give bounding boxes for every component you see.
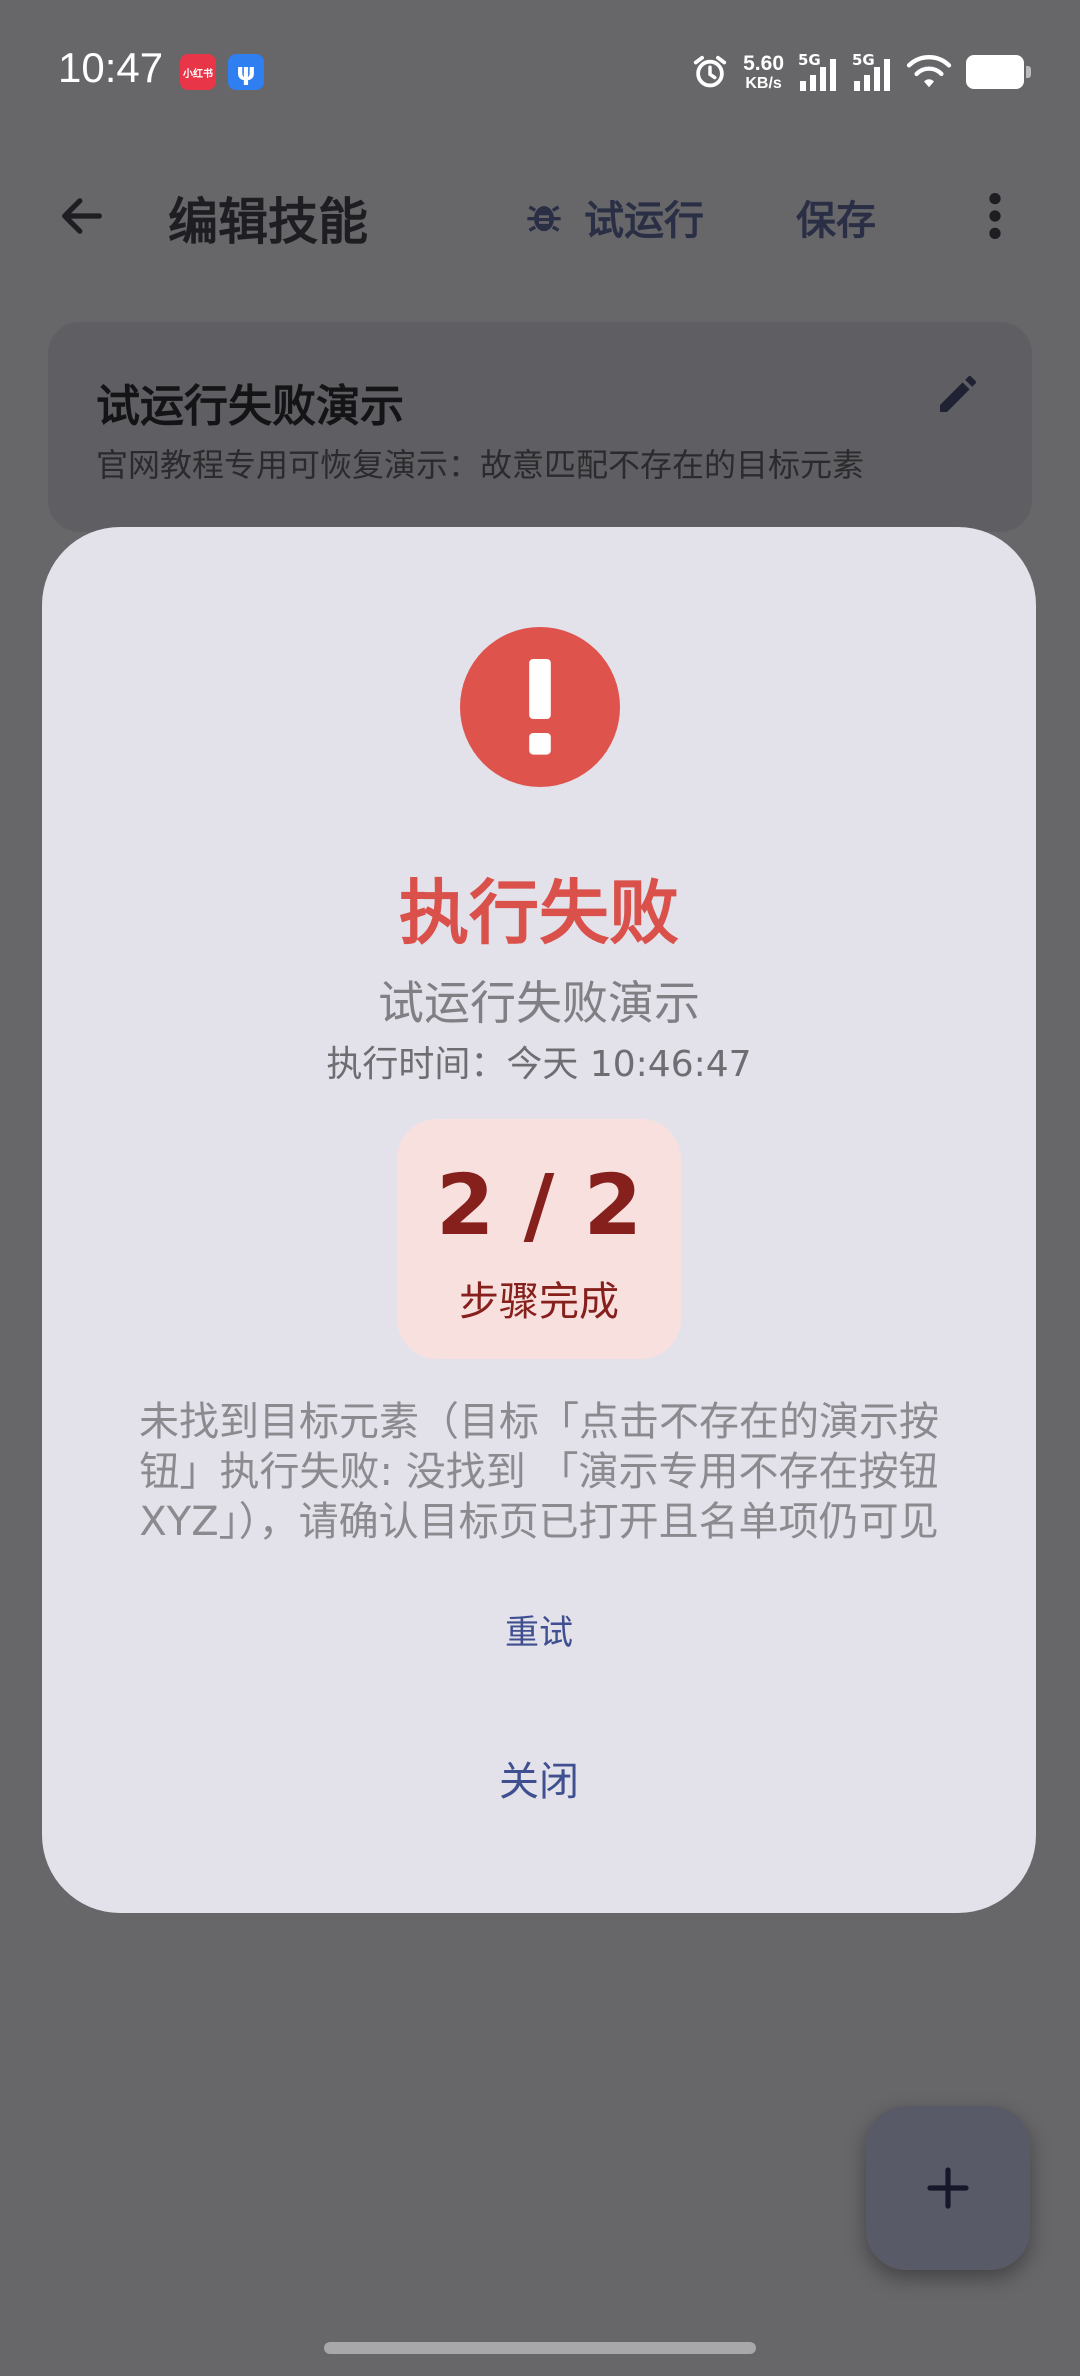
signal-1-label: 5G — [798, 51, 821, 69]
add-step-fab[interactable] — [866, 2106, 1030, 2270]
edit-pencil-icon[interactable] — [934, 370, 982, 418]
skill-name: 试运行失败演示 — [96, 381, 404, 432]
home-indicator[interactable] — [324, 2342, 756, 2354]
app-bar: 编辑技能 试运行 保存 — [0, 160, 1080, 270]
plus-icon — [927, 2167, 969, 2209]
wifi-icon — [906, 55, 952, 88]
battery-icon — [966, 55, 1031, 89]
steps-label: 步骤完成 — [459, 1279, 619, 1325]
back-arrow-icon[interactable] — [56, 190, 108, 242]
dialog-title: 执行失败 — [399, 872, 679, 954]
error-message: 未找到目标元素（目标「点击不存在的演示按钮」执行失败: 没找到 「演示专用不存在… — [139, 1399, 939, 1545]
net-speed: 5.60 KB/s — [743, 53, 784, 92]
more-vert-icon[interactable] — [980, 190, 1010, 242]
signal-2-label: 5G — [852, 51, 875, 69]
status-bar: 10:47 小红书 ψ 5.60 KB/s 5G 5G — [0, 0, 1080, 140]
status-indicators: 5.60 KB/s 5G 5G — [691, 46, 1031, 98]
steps-value: 2 / 2 — [435, 1156, 643, 1254]
status-time: 10:47 — [58, 44, 164, 91]
net-speed-unit: KB/s — [745, 74, 782, 92]
net-speed-value: 5.60 — [743, 51, 784, 75]
dialog-skill-name: 试运行失败演示 — [378, 976, 700, 1030]
xiaohongshu-app-icon: 小红书 — [180, 54, 216, 90]
save-button[interactable]: 保存 — [796, 188, 876, 246]
alarm-icon — [693, 55, 727, 88]
execution-time: 执行时间：今天 10:46:47 — [326, 1044, 752, 1085]
skill-info-card[interactable]: 试运行失败演示 官网教程专用可恢复演示：故意匹配不存在的目标元素 — [48, 322, 1032, 532]
steps-summary: 2 / 2 步骤完成 — [397, 1119, 681, 1359]
signal-1: 5G — [798, 51, 838, 93]
retry-button[interactable]: 重试 — [42, 1605, 1036, 1654]
page-title: 编辑技能 — [168, 193, 368, 251]
close-button[interactable]: 关闭 — [42, 1749, 1036, 1807]
execution-result-dialog: 执行失败 试运行失败演示 执行时间：今天 10:46:47 2 / 2 步骤完成… — [42, 527, 1036, 1913]
usb-icon: ψ — [228, 54, 264, 90]
error-exclamation-icon — [460, 627, 620, 787]
skill-description: 官网教程专用可恢复演示：故意匹配不存在的目标元素 — [96, 446, 865, 484]
trial-run-button[interactable]: 试运行 — [524, 188, 704, 246]
trial-run-label: 试运行 — [584, 198, 704, 244]
signal-2: 5G — [852, 51, 892, 93]
bug-icon — [527, 205, 561, 232]
